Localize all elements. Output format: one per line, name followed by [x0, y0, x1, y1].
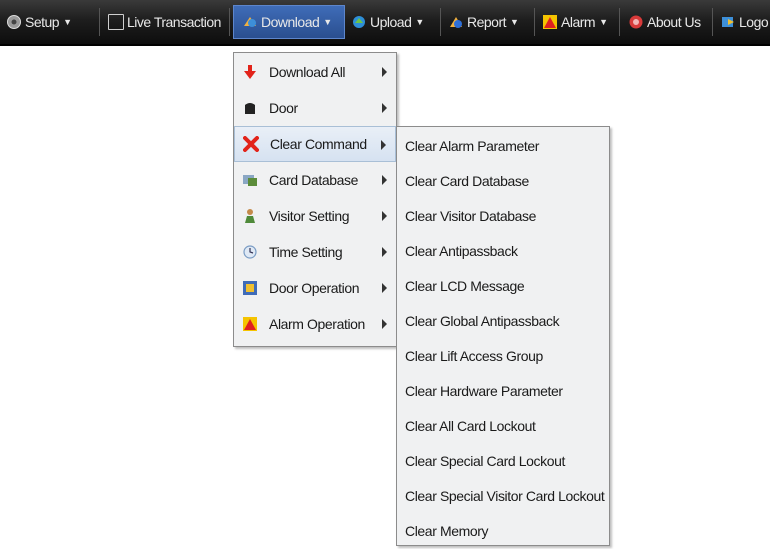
chevron-right-icon [382, 103, 387, 113]
menu-item-label: Door Operation [269, 280, 360, 296]
chevron-right-icon [381, 140, 386, 150]
menu-item-label: Clear Command [270, 136, 367, 152]
submenu-item-label: Clear Alarm Parameter [405, 138, 539, 154]
nav-setup[interactable]: Setup ▼ [6, 6, 72, 38]
submenu-item-label: Clear Hardware Parameter [405, 383, 563, 399]
submenu-item-clear-hardware-parameter[interactable]: Clear Hardware Parameter [397, 373, 609, 409]
top-navigation-bar: Setup ▼ Live Transaction Download ▼ Uplo… [0, 0, 770, 46]
submenu-item-clear-visitor-database[interactable]: Clear Visitor Database [397, 198, 609, 234]
submenu-item-label: Clear All Card Lockout [405, 418, 536, 434]
clock-icon [242, 244, 258, 260]
nav-upload[interactable]: Upload ▼ [351, 6, 424, 38]
submenu-item-label: Clear Special Visitor Card Lockout [405, 488, 605, 504]
logout-icon [720, 14, 736, 30]
menu-item-visitor-setting[interactable]: Visitor Setting [234, 198, 396, 234]
nav-separator [229, 8, 230, 36]
nav-report-label: Report [467, 14, 507, 30]
chevron-down-icon: ▼ [415, 17, 424, 27]
nav-about-us-label: About Us [647, 14, 701, 30]
nav-separator [440, 8, 441, 36]
submenu-item-label: Clear Special Card Lockout [405, 453, 566, 469]
alarm-icon [542, 14, 558, 30]
nav-separator [619, 8, 620, 36]
nav-setup-label: Setup [25, 14, 60, 30]
nav-logout-label: Logo [739, 14, 769, 30]
menu-item-label: Time Setting [269, 244, 343, 260]
nav-logout[interactable]: Logo [720, 6, 769, 38]
menu-item-download-all[interactable]: Download All [234, 54, 396, 90]
nav-about-us[interactable]: About Us [628, 6, 701, 38]
menu-item-clear-command[interactable]: Clear Command [234, 126, 396, 162]
submenu-item-clear-special-visitor-card-lockout[interactable]: Clear Special Visitor Card Lockout [397, 478, 609, 514]
red-x-icon [243, 136, 259, 152]
submenu-item-clear-all-card-lockout[interactable]: Clear All Card Lockout [397, 408, 609, 444]
menu-item-label: Card Database [269, 172, 358, 188]
submenu-item-clear-special-card-lockout[interactable]: Clear Special Card Lockout [397, 443, 609, 479]
submenu-item-label: Clear Antipassback [405, 243, 518, 259]
clear-command-submenu: Clear Alarm Parameter Clear Card Databas… [396, 126, 610, 546]
chevron-right-icon [382, 283, 387, 293]
submenu-item-clear-antipassback[interactable]: Clear Antipassback [397, 233, 609, 269]
submenu-item-label: Clear Visitor Database [405, 208, 537, 224]
chevron-right-icon [382, 319, 387, 329]
download-icon [242, 14, 258, 30]
submenu-item-clear-lift-access-group[interactable]: Clear Lift Access Group [397, 338, 609, 374]
door-operation-icon [242, 280, 258, 296]
chevron-down-icon: ▼ [510, 17, 519, 27]
submenu-item-clear-global-antipassback[interactable]: Clear Global Antipassback [397, 303, 609, 339]
setup-icon [6, 14, 22, 30]
nav-live-transaction-label: Live Transaction [127, 14, 221, 30]
nav-download-label: Download [261, 14, 320, 30]
menu-item-time-setting[interactable]: Time Setting [234, 234, 396, 270]
menu-item-label: Door [269, 100, 298, 116]
red-down-arrow-icon [242, 64, 258, 80]
submenu-item-clear-alarm-parameter[interactable]: Clear Alarm Parameter [397, 128, 609, 164]
menu-item-label: Visitor Setting [269, 208, 350, 224]
nav-alarm-label: Alarm [561, 14, 596, 30]
card-database-icon [242, 172, 258, 188]
menu-item-alarm-operation[interactable]: Alarm Operation [234, 306, 396, 342]
nav-alarm[interactable]: Alarm ▼ [542, 6, 608, 38]
download-dropdown-menu: Download All Door Clear Command Card Dat… [233, 52, 397, 347]
chevron-right-icon [382, 211, 387, 221]
nav-live-transaction[interactable]: Live Transaction [108, 6, 221, 38]
menu-item-label: Alarm Operation [269, 316, 365, 332]
window-icon [108, 14, 124, 30]
nav-report[interactable]: Report ▼ [448, 6, 519, 38]
menu-item-door-operation[interactable]: Door Operation [234, 270, 396, 306]
chevron-right-icon [382, 67, 387, 77]
door-icon [242, 100, 258, 116]
alarm-operation-icon [242, 316, 258, 332]
chevron-down-icon: ▼ [63, 17, 72, 27]
submenu-item-label: Clear Card Database [405, 173, 529, 189]
visitor-icon [242, 208, 258, 224]
menu-item-door[interactable]: Door [234, 90, 396, 126]
report-icon [448, 14, 464, 30]
nav-separator [534, 8, 535, 36]
about-icon [628, 14, 644, 30]
submenu-item-clear-memory[interactable]: Clear Memory [397, 513, 609, 549]
menu-item-card-database[interactable]: Card Database [234, 162, 396, 198]
submenu-item-label: Clear Lift Access Group [405, 348, 543, 364]
upload-icon [351, 14, 367, 30]
nav-separator [99, 8, 100, 36]
nav-download[interactable]: Download ▼ [233, 5, 345, 39]
chevron-down-icon: ▼ [599, 17, 608, 27]
submenu-item-clear-lcd-message[interactable]: Clear LCD Message [397, 268, 609, 304]
submenu-item-label: Clear Global Antipassback [405, 313, 560, 329]
nav-upload-label: Upload [370, 14, 412, 30]
nav-separator [712, 8, 713, 36]
chevron-right-icon [382, 247, 387, 257]
submenu-item-clear-card-database[interactable]: Clear Card Database [397, 163, 609, 199]
menu-item-label: Download All [269, 64, 346, 80]
chevron-down-icon: ▼ [323, 17, 332, 27]
submenu-item-label: Clear LCD Message [405, 278, 525, 294]
chevron-right-icon [382, 175, 387, 185]
